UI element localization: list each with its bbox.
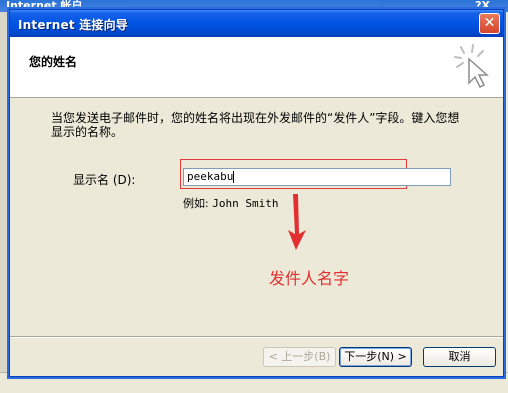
display-name-label: 显示名 (D): [73,173,136,187]
example-name: John Smith [212,197,279,210]
display-name-input[interactable]: peekabu [183,168,451,186]
back-button[interactable]: < 上一步(B) [263,347,336,367]
annotation-label: 发件人名字 [269,269,350,288]
wizard-header: 您的姓名 [10,37,503,98]
page-title: 您的姓名 [29,55,78,69]
dialog-title: Internet 连接向导 [18,18,128,32]
example-text: 例如: John Smith [183,195,278,211]
close-button[interactable]: ✕ [479,13,500,34]
footer-divider [10,336,503,338]
display-name-value: peekabu [187,170,234,183]
example-prefix: 例如: [183,197,209,210]
close-icon: ✕ [483,15,496,31]
wizard-cursor-icon [454,44,489,89]
instruction-text: 当您发送电子邮件时，您的姓名将出现在外发邮件的“发件人”字段。键入您想显示的名称… [51,111,460,139]
next-button[interactable]: 下一步(N) > [339,347,412,367]
wizard-body: 当您发送电子邮件时，您的姓名将出现在外发邮件的“发件人”字段。键入您想显示的名称… [10,98,503,338]
text-caret [233,171,235,183]
dialog-titlebar[interactable]: Internet 连接向导 ✕ [10,10,503,37]
internet-connection-wizard-dialog: Internet 连接向导 ✕ 您的姓名 当您发送电子邮件时，您的姓名将出现在外… [9,9,504,377]
red-arrow-icon [288,194,306,250]
cancel-button[interactable]: 取消 [423,347,496,367]
